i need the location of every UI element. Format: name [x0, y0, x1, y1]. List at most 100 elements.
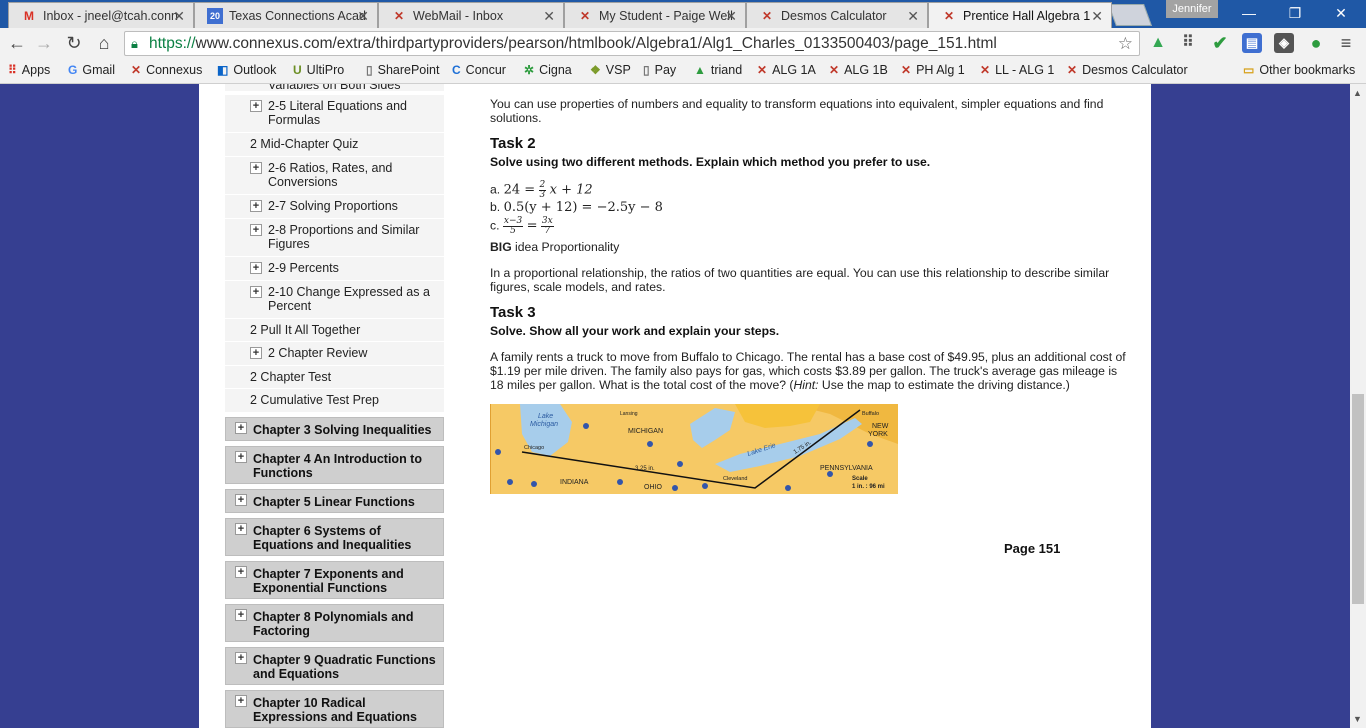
expand-icon[interactable]: + — [235, 523, 247, 535]
sidebar-item-mid-chapter-quiz[interactable]: 2 Mid-Chapter Quiz — [225, 133, 444, 157]
expand-icon[interactable]: + — [235, 451, 247, 463]
close-window-icon[interactable]: ✕ — [1318, 0, 1364, 26]
bookmark-sharepoint[interactable]: ▯ SharePoint — [366, 63, 439, 77]
page-icon: ▯ — [643, 63, 650, 77]
fraction: 3x 7 — [540, 216, 554, 236]
chapter-label: Chapter 5 Linear Functions — [253, 495, 415, 509]
sidebar-item-2-6[interactable]: + 2-6 Ratios, Rates, and Conversions — [225, 157, 444, 195]
bookmark-triand[interactable]: ▲ triand — [694, 63, 742, 77]
bookmark-pay[interactable]: ▯ Pay — [643, 63, 676, 77]
expand-icon[interactable]: + — [235, 422, 247, 434]
scrollbar-thumb[interactable] — [1352, 394, 1364, 604]
expand-icon[interactable]: + — [250, 286, 262, 298]
expand-icon[interactable]: + — [250, 162, 262, 174]
shield-icon[interactable]: ◈ — [1274, 33, 1294, 53]
profile-button[interactable]: Jennifer — [1166, 0, 1218, 18]
home-icon[interactable]: ⌂ — [93, 32, 115, 54]
forward-arrow-icon[interactable]: → — [33, 32, 55, 54]
sidebar-chapter-7[interactable]: + Chapter 7 Exponents and Exponential Fu… — [225, 561, 444, 599]
map-label: Scale — [852, 476, 868, 482]
other-bookmarks[interactable]: ▭ Other bookmarks — [1243, 63, 1355, 77]
reload-icon[interactable]: ↻ — [63, 32, 85, 54]
expand-icon[interactable]: + — [235, 566, 247, 578]
address-bar[interactable]: 🔒︎ https://www.connexus.com/extra/thirdp… — [124, 31, 1140, 56]
close-icon[interactable]: ✕ — [907, 8, 919, 25]
expand-icon[interactable]: + — [250, 200, 262, 212]
expand-icon[interactable]: + — [235, 494, 247, 506]
map-label: 1 in. : 96 mi — [852, 484, 885, 490]
sidebar-chapter-3[interactable]: + Chapter 3 Solving Inequalities — [225, 417, 444, 441]
bookmark-desmos[interactable]: ✕ Desmos Calculator — [1067, 63, 1188, 77]
back-arrow-icon[interactable]: ← — [6, 32, 28, 54]
sidebar-item-pull-it-all-together[interactable]: 2 Pull It All Together — [225, 319, 444, 342]
calendar-extension-icon[interactable]: ▤ — [1242, 33, 1262, 53]
bookmark-alg1b[interactable]: ✕ ALG 1B — [829, 63, 888, 77]
sidebar-item-2-5[interactable]: + 2-5 Literal Equations and Formulas — [225, 95, 444, 133]
close-icon[interactable]: ✕ — [1091, 8, 1103, 25]
vertical-scrollbar[interactable]: ▲ ▼ — [1350, 84, 1366, 728]
sidebar-chapter-6[interactable]: + Chapter 6 Systems of Equations and Ine… — [225, 518, 444, 556]
restore-icon[interactable]: ❐ — [1272, 0, 1318, 26]
menu-icon[interactable]: ≡ — [1336, 33, 1356, 53]
bookmark-concur[interactable]: C Concur — [452, 63, 506, 77]
expand-icon[interactable]: + — [235, 652, 247, 664]
sidebar-chapter-4[interactable]: + Chapter 4 An Introduction to Functions — [225, 446, 444, 484]
tab-desmos[interactable]: ✕ Desmos Calculator ✕ — [746, 2, 928, 28]
expand-icon[interactable]: + — [250, 224, 262, 236]
sidebar-chapter-5[interactable]: + Chapter 5 Linear Functions — [225, 489, 444, 513]
bookmark-ph-alg1[interactable]: ✕ PH Alg 1 — [901, 63, 965, 77]
sidebar-item-cut[interactable]: Variables on Both Sides — [225, 84, 444, 92]
bookmark-vsp[interactable]: ❖ VSP — [590, 63, 631, 77]
bookmark-connexus[interactable]: ✕ Connexus — [131, 63, 202, 77]
map-label: Chicago — [524, 445, 544, 451]
bookmark-ll-alg1[interactable]: ✕ LL - ALG 1 — [980, 63, 1054, 77]
expand-icon[interactable]: + — [250, 347, 262, 359]
bookmark-outlook[interactable]: ◧ Outlook — [217, 63, 276, 77]
close-icon[interactable]: ✕ — [173, 8, 185, 25]
tab-prentice-hall[interactable]: ✕ Prentice Hall Algebra 1 ✕ — [928, 2, 1112, 28]
expand-icon[interactable]: + — [250, 262, 262, 274]
tab-texas-connections[interactable]: 20 Texas Connections Acad ✕ — [194, 2, 378, 28]
close-icon[interactable]: ✕ — [725, 8, 737, 25]
sidebar-item-chapter-test[interactable]: 2 Chapter Test — [225, 366, 444, 389]
sidebar-item-chapter-review[interactable]: + 2 Chapter Review — [225, 342, 444, 366]
sidebar-item-2-7[interactable]: + 2-7 Solving Proportions — [225, 195, 444, 219]
leaf-icon[interactable]: ● — [1306, 33, 1326, 53]
scroll-up-icon[interactable]: ▲ — [1353, 88, 1362, 98]
sidebar-chapter-8[interactable]: + Chapter 8 Polynomials and Factoring — [225, 604, 444, 642]
tab-my-student[interactable]: ✕ My Student - Paige Well ✕ — [564, 2, 746, 28]
sidebar-item-label: 2-8 Proportions and Similar Figures — [268, 223, 420, 251]
bookmark-apps[interactable]: ⠿ Apps — [8, 63, 50, 77]
close-icon[interactable]: ✕ — [543, 8, 555, 25]
expand-icon[interactable]: + — [250, 100, 262, 112]
bookmark-alg1a[interactable]: ✕ ALG 1A — [757, 63, 816, 77]
close-icon[interactable]: ✕ — [357, 8, 369, 25]
new-tab-button[interactable] — [1107, 4, 1153, 26]
sidebar-chapter-10[interactable]: + Chapter 10 Radical Expressions and Equ… — [225, 690, 444, 728]
desmos-icon: ✕ — [943, 8, 955, 23]
bookmark-cigna[interactable]: ✲ Cigna — [524, 63, 572, 77]
sidebar-chapter-9[interactable]: + Chapter 9 Quadratic Functions and Equa… — [225, 647, 444, 685]
sidebar-item-2-9[interactable]: + 2-9 Percents — [225, 257, 444, 281]
tab-label: Texas Connections Acad — [229, 8, 366, 23]
minimize-icon[interactable]: — — [1226, 0, 1272, 26]
tab-webmail[interactable]: ✕ WebMail - Inbox ✕ — [378, 2, 564, 28]
bookmark-gmail[interactable]: G Gmail — [68, 63, 115, 77]
chapter-sidebar: Variables on Both Sides + 2-5 Literal Eq… — [225, 84, 445, 728]
sidebar-item-2-10[interactable]: + 2-10 Change Expressed as a Percent — [225, 281, 444, 319]
apps-grid-icon[interactable]: ⠿ — [1178, 33, 1198, 53]
scroll-down-icon[interactable]: ▼ — [1353, 714, 1362, 724]
bookmark-ultipro[interactable]: U UltiPro — [293, 63, 344, 77]
expand-icon[interactable]: + — [235, 609, 247, 621]
url-scheme: https:// — [149, 35, 196, 52]
star-icon[interactable]: ☆ — [1118, 32, 1133, 55]
tab-gmail[interactable]: M Inbox - jneel@tcah.conn ✕ — [8, 2, 194, 28]
drive-icon[interactable]: ▲ — [1148, 33, 1168, 53]
sidebar-item-label: Variables on Both Sides — [268, 84, 401, 92]
checkmark-icon[interactable]: ✔ — [1210, 33, 1230, 53]
sidebar-item-cumulative-test-prep[interactable]: 2 Cumulative Test Prep — [225, 389, 444, 413]
expand-icon[interactable]: + — [235, 695, 247, 707]
intro-paragraph: You can use properties of numbers and eq… — [490, 97, 1104, 125]
sidebar-item-2-8[interactable]: + 2-8 Proportions and Similar Figures — [225, 219, 444, 257]
task2-instructions: Solve using two different methods. Expla… — [490, 155, 931, 169]
